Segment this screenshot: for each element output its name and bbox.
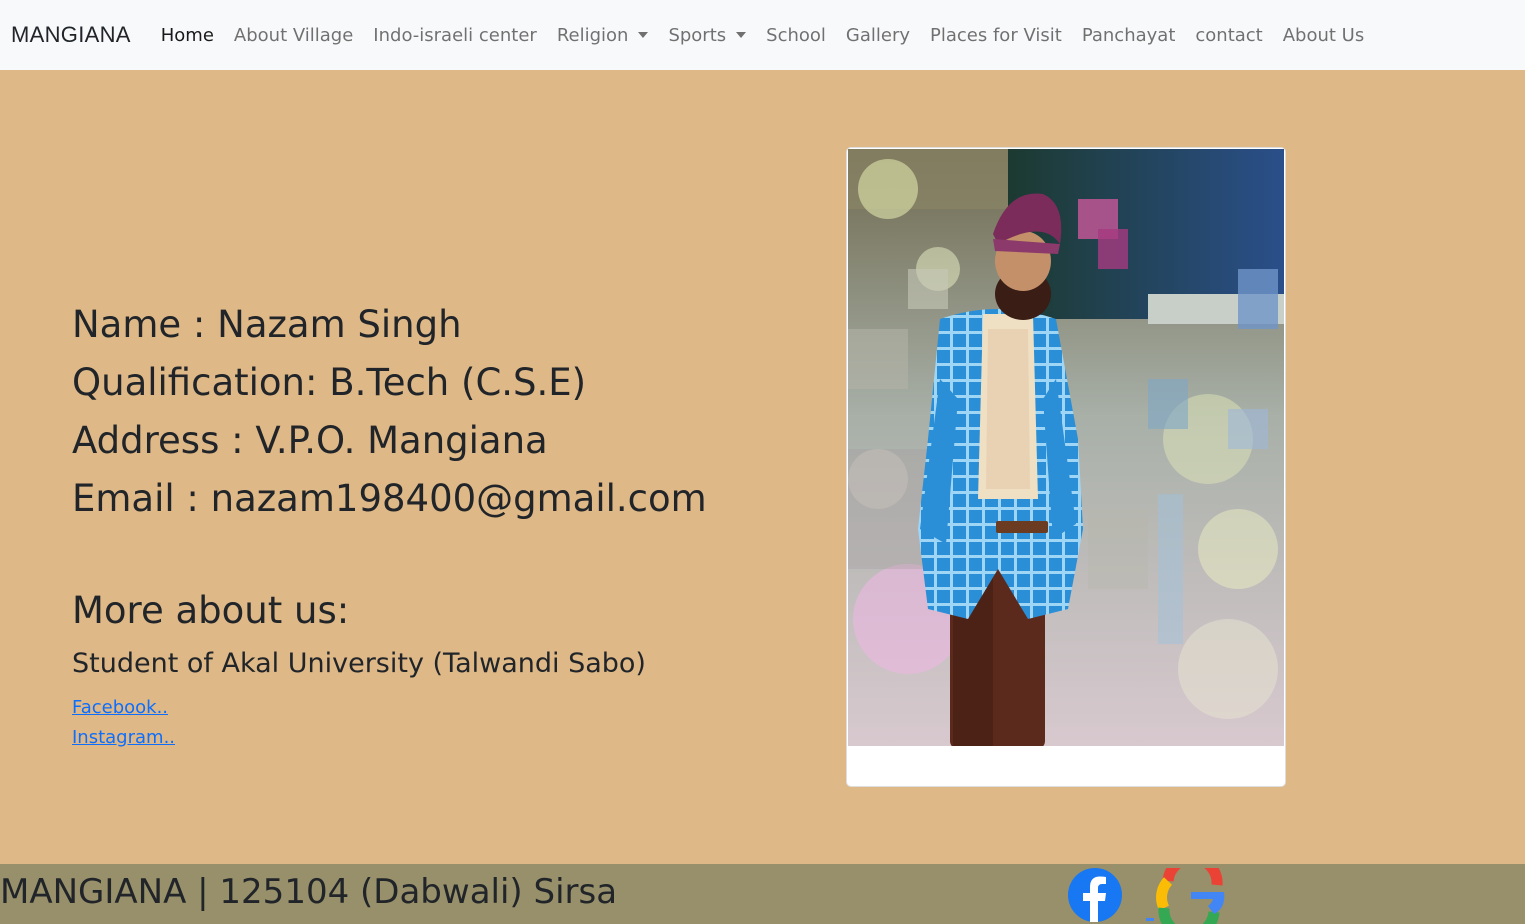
student-description: Student of Akal University (Talwandi Sab… (72, 648, 646, 679)
google-icon[interactable] (1146, 868, 1230, 924)
nav-about-village[interactable]: About Village (224, 25, 363, 46)
profile-address: Address : V.P.O. Mangiana (72, 419, 548, 462)
facebook-link[interactable]: Facebook.. (72, 697, 168, 718)
nav-sports-label: Sports (668, 24, 727, 46)
nav-about-village-label: About Village (233, 24, 354, 46)
nav-places-for-visit[interactable]: Places for Visit (920, 25, 1072, 46)
nav-indo-israeli-label: Indo-israeli center (373, 24, 537, 46)
nav-menu: Home About Village Indo-israeli center R… (151, 25, 1374, 46)
nav-gallery-label: Gallery (845, 24, 911, 46)
nav-gallery[interactable]: Gallery (836, 25, 920, 46)
instagram-link[interactable]: Instagram.. (72, 727, 175, 748)
nav-contact[interactable]: contact (1185, 25, 1272, 46)
nav-school-label: School (766, 24, 826, 46)
profile-photo (848, 149, 1284, 746)
caret-down-icon (638, 32, 649, 38)
nav-home-label: Home (160, 24, 214, 46)
nav-places-label: Places for Visit (930, 24, 1062, 46)
nav-religion-dropdown[interactable]: Religion (547, 25, 659, 46)
nav-panchayat[interactable]: Panchayat (1072, 25, 1186, 46)
navbar: MANGIANA Home About Village Indo-israeli… (0, 0, 1525, 70)
nav-religion-label: Religion (556, 24, 629, 46)
profile-photo-card (846, 147, 1286, 787)
nav-indo-israeli-center[interactable]: Indo-israeli center (363, 25, 547, 46)
more-about-heading: More about us: (72, 589, 350, 632)
nav-panchayat-label: Panchayat (1081, 24, 1176, 46)
nav-sports-dropdown[interactable]: Sports (658, 25, 756, 46)
profile-name: Name : Nazam Singh (72, 303, 462, 346)
profile-info: Name : Nazam Singh Qualification: B.Tech… (72, 296, 707, 528)
footer-text: MANGIANA | 125104 (Dabwali) Sirsa (0, 872, 618, 912)
nav-home[interactable]: Home (151, 25, 224, 46)
facebook-icon[interactable] (1068, 868, 1122, 922)
nav-contact-label: contact (1195, 24, 1263, 46)
profile-qualification: Qualification: B.Tech (C.S.E) (72, 361, 587, 404)
footer: MANGIANA | 125104 (Dabwali) Sirsa (0, 864, 1525, 924)
caret-down-icon (736, 32, 747, 38)
brand-logo[interactable]: MANGIANA (11, 22, 131, 48)
nav-about-us-label: About Us (1282, 24, 1365, 46)
profile-email: Email : nazam198400@gmail.com (72, 477, 707, 520)
nav-about-us[interactable]: About Us (1273, 25, 1375, 46)
nav-school[interactable]: School (756, 25, 836, 46)
